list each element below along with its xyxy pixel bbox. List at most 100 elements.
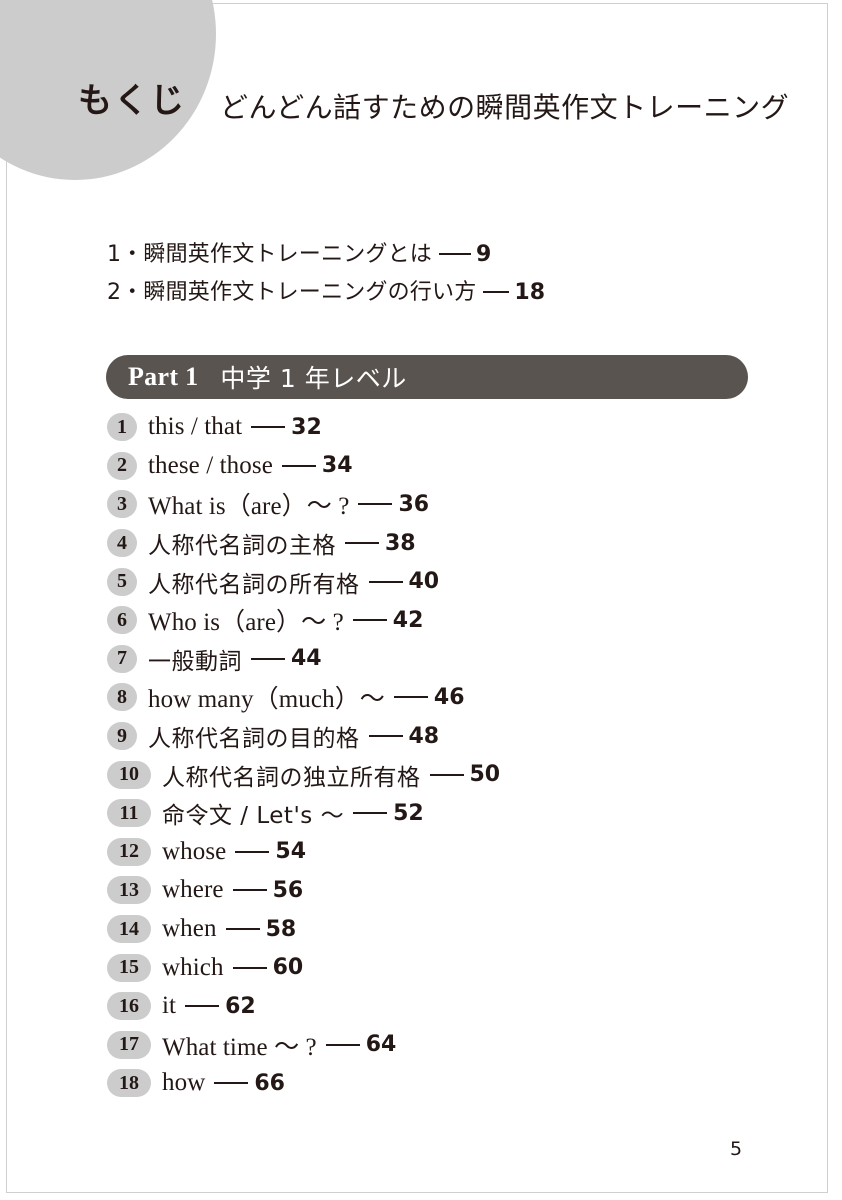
list-item[interactable]: 7 一般動詞 44 (107, 640, 807, 679)
list-item[interactable]: 15 which 60 (107, 948, 807, 987)
list-item-title: whose (162, 837, 227, 865)
intro-entries: 1・瞬間英作文トレーニングとは 9 2・瞬間英作文トレーニングの行い方 18 (107, 236, 747, 312)
part-banner-name: Part 1 (128, 362, 199, 391)
leader-rule (439, 252, 471, 255)
leader-rule (232, 966, 267, 969)
list-item-title: it (162, 992, 177, 1020)
leader-rule (483, 290, 510, 293)
item-number-badge: 2 (107, 451, 137, 480)
leader-rule (225, 928, 260, 931)
leader-rule (352, 619, 387, 622)
item-number-badge: 9 (107, 722, 137, 751)
list-item-page: 62 (225, 993, 256, 1019)
list-item[interactable]: 3 What is（are）〜 ? 36 (107, 485, 807, 524)
item-number-badge: 16 (107, 992, 151, 1021)
list-item[interactable]: 18 how 66 (107, 1064, 807, 1103)
item-number-badge: 15 (107, 953, 151, 982)
leader-rule (185, 1005, 220, 1008)
toc-list: 1 this / that 32 2 these / those 34 3 Wh… (107, 408, 807, 1103)
book-subtitle: どんどん話すための瞬間英作文トレーニング (220, 91, 790, 124)
list-item-page: 50 (469, 762, 501, 788)
list-item-page: 46 (433, 684, 465, 710)
list-item-title: 人称代名詞の主格 (148, 533, 336, 560)
list-item-title: 人称代名詞の目的格 (148, 726, 360, 753)
intro-item-label: 2・瞬間英作文トレーニングの行い方 (107, 280, 477, 305)
item-number-badge: 3 (107, 490, 137, 519)
item-number-badge: 18 (107, 1069, 151, 1098)
list-item-page: 38 (385, 530, 416, 556)
leader-rule (235, 850, 270, 853)
leader-rule (393, 696, 428, 699)
item-number-badge: 14 (107, 915, 151, 944)
list-item[interactable]: 16 it 62 (107, 987, 807, 1026)
list-item[interactable]: 17 What time 〜 ? 64 (107, 1026, 807, 1065)
toc-page: もくじ どんどん話すための瞬間英作文トレーニング 1・瞬間英作文トレーニングとは… (0, 0, 842, 1200)
leader-rule (281, 464, 316, 467)
list-item-page: 40 (408, 569, 440, 595)
list-item-page: 52 (393, 800, 424, 826)
list-item[interactable]: 14 when 58 (107, 910, 807, 949)
page-title: もくじ (78, 81, 186, 121)
list-item-title: when (162, 915, 217, 943)
leader-rule (251, 426, 286, 429)
list-item-title: 人称代名詞の独立所有格 (162, 764, 421, 791)
list-item-page: 34 (321, 453, 353, 479)
list-item-page: 54 (275, 839, 307, 865)
list-item-title: these / those (148, 451, 273, 479)
leader-rule (251, 657, 285, 660)
list-item-page: 32 (291, 414, 322, 440)
intro-item[interactable]: 2・瞬間英作文トレーニングの行い方 18 (107, 274, 747, 312)
list-item[interactable]: 13 where 56 (107, 871, 807, 910)
item-number-badge: 11 (107, 799, 151, 828)
leader-rule (429, 773, 464, 776)
intro-item[interactable]: 1・瞬間英作文トレーニングとは 9 (107, 236, 747, 274)
list-item-page: 48 (408, 723, 440, 749)
intro-item-label: 1・瞬間英作文トレーニングとは (107, 242, 432, 267)
list-item-title: 一般動詞 (148, 648, 242, 675)
item-number-badge: 1 (107, 413, 137, 442)
item-number-badge: 4 (107, 529, 137, 558)
part-banner-description: 中学 1 年レベル (220, 364, 407, 393)
list-item-page: 60 (272, 955, 304, 981)
list-item[interactable]: 6 Who is（are）〜 ? 42 (107, 601, 807, 640)
item-number-badge: 8 (107, 683, 137, 712)
leader-rule (358, 503, 393, 506)
item-number-badge: 10 (107, 760, 151, 789)
item-number-badge: 12 (107, 837, 151, 866)
leader-rule (353, 812, 388, 815)
leader-rule (345, 542, 379, 545)
folio-page-number: 5 (730, 1138, 743, 1160)
list-item[interactable]: 2 these / those 34 (107, 447, 807, 486)
list-item-page: 56 (272, 877, 304, 903)
list-item-title: 人称代名詞の所有格 (148, 571, 360, 598)
leader-rule (368, 735, 403, 738)
list-item-title: where (162, 876, 224, 904)
list-item-title: What is（are）〜 ? (148, 493, 350, 521)
list-item-page: 44 (291, 646, 322, 672)
item-number-badge: 6 (107, 606, 137, 635)
list-item-title: 命令文 / Let's 〜 (162, 803, 345, 830)
list-item-page: 66 (254, 1070, 285, 1096)
list-item[interactable]: 9 人称代名詞の目的格 48 (107, 717, 807, 756)
leader-rule (325, 1043, 360, 1046)
list-item[interactable]: 8 how many（much）〜 46 (107, 678, 807, 717)
part-banner: Part 1 中学 1 年レベル (106, 355, 748, 399)
list-item[interactable]: 1 this / that 32 (107, 408, 807, 447)
item-number-badge: 17 (107, 1030, 151, 1059)
list-item[interactable]: 10 人称代名詞の独立所有格 50 (107, 755, 807, 794)
list-item[interactable]: 4 人称代名詞の主格 38 (107, 524, 807, 563)
list-item-title: this / that (148, 413, 243, 441)
list-item[interactable]: 12 whose 54 (107, 833, 807, 872)
list-item-title: how (162, 1069, 206, 1097)
list-item-title: What time 〜 ? (162, 1033, 317, 1061)
list-item-title: which (162, 953, 224, 981)
intro-item-page: 18 (514, 280, 546, 305)
intro-item-page: 9 (476, 242, 492, 267)
item-number-badge: 13 (107, 876, 151, 905)
list-item[interactable]: 11 命令文 / Let's 〜 52 (107, 794, 807, 833)
list-item[interactable]: 5 人称代名詞の所有格 40 (107, 562, 807, 601)
list-item-title: how many（much）〜 (148, 686, 385, 714)
list-item-page: 64 (365, 1032, 397, 1058)
item-number-badge: 7 (107, 644, 137, 673)
leader-rule (232, 889, 267, 892)
